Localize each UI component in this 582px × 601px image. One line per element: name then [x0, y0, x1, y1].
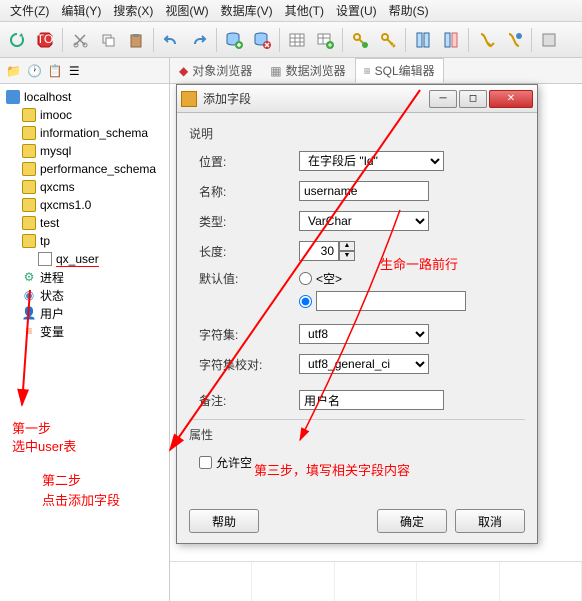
- tree-status[interactable]: ◉状态: [0, 286, 169, 304]
- clock-icon[interactable]: 🕐: [27, 64, 42, 78]
- column-add-icon[interactable]: [410, 27, 436, 53]
- comment-input[interactable]: [299, 390, 444, 410]
- dialog-icon: [181, 91, 197, 107]
- section-description: 说明: [189, 125, 525, 142]
- tab-object-browser[interactable]: ◆对象浏览器: [170, 58, 261, 83]
- ok-button[interactable]: 确定: [377, 509, 447, 533]
- db-add-icon[interactable]: [221, 27, 247, 53]
- length-up[interactable]: ▲: [339, 241, 355, 251]
- list-icon[interactable]: ☰: [69, 64, 80, 78]
- tree-host[interactable]: localhost: [0, 88, 169, 106]
- tree-db-mysql[interactable]: mysql: [0, 142, 169, 160]
- label-default: 默认值:: [189, 270, 299, 287]
- position-select[interactable]: 在字段后 "Id": [299, 151, 444, 171]
- dialog-title: 添加字段: [203, 90, 427, 107]
- db-remove-icon[interactable]: [249, 27, 275, 53]
- main-toolbar: STOP: [0, 22, 582, 58]
- bookmark-icon[interactable]: 📋: [48, 64, 63, 78]
- help-button[interactable]: 帮助: [189, 509, 259, 533]
- allow-null-label: 允许空: [216, 454, 252, 471]
- undo-icon[interactable]: [158, 27, 184, 53]
- filter-icon[interactable]: 📁: [6, 64, 21, 78]
- allow-null-checkbox[interactable]: [199, 456, 212, 469]
- key-add-icon[interactable]: [347, 27, 373, 53]
- menu-file[interactable]: 文件(Z): [4, 0, 55, 21]
- tab-sql-editor[interactable]: ≡SQL编辑器: [355, 58, 444, 83]
- section-attributes: 属性: [189, 426, 525, 443]
- length-down[interactable]: ▼: [339, 251, 355, 261]
- label-position: 位置:: [189, 153, 299, 170]
- tree-db-imooc[interactable]: imooc: [0, 106, 169, 124]
- label-name: 名称:: [189, 183, 299, 200]
- default-empty-radio[interactable]: [299, 272, 312, 285]
- tree-db-qxcms[interactable]: qxcms: [0, 178, 169, 196]
- menu-bar: 文件(Z) 编辑(Y) 搜索(X) 视图(W) 数据库(V) 其他(T) 设置(…: [0, 0, 582, 22]
- label-comment: 备注:: [189, 392, 299, 409]
- menu-view[interactable]: 视图(W): [159, 0, 214, 21]
- default-value-input[interactable]: [316, 291, 466, 311]
- run-icon[interactable]: [473, 27, 499, 53]
- svg-text:STOP: STOP: [36, 32, 54, 46]
- redo-icon[interactable]: [186, 27, 212, 53]
- tree-db-performance-schema[interactable]: performance_schema: [0, 160, 169, 178]
- minimize-button[interactable]: ─: [429, 90, 457, 108]
- maximize-button[interactable]: ◻: [459, 90, 487, 108]
- close-button[interactable]: ✕: [489, 90, 533, 108]
- charset-select[interactable]: utf8: [299, 324, 429, 344]
- run-sel-icon[interactable]: [501, 27, 527, 53]
- tab-data-browser[interactable]: ▦数据浏览器: [261, 58, 354, 83]
- tree-users[interactable]: 👤用户: [0, 304, 169, 322]
- collation-select[interactable]: utf8_general_ci: [299, 354, 429, 374]
- label-collation: 字符集校对:: [189, 356, 299, 373]
- type-select[interactable]: VarChar: [299, 211, 429, 231]
- menu-search[interactable]: 搜索(X): [107, 0, 159, 21]
- tree-processes[interactable]: ⚙进程: [0, 268, 169, 286]
- stop-icon[interactable]: STOP: [32, 27, 58, 53]
- refresh-icon[interactable]: [4, 27, 30, 53]
- dialog-titlebar[interactable]: 添加字段 ─ ◻ ✕: [177, 85, 537, 113]
- add-field-dialog: 添加字段 ─ ◻ ✕ 说明 位置: 在字段后 "Id" 名称: 类型: VarC…: [176, 84, 538, 544]
- length-input[interactable]: [299, 241, 339, 261]
- label-length: 长度:: [189, 243, 299, 260]
- column-icon[interactable]: [438, 27, 464, 53]
- tool-icon[interactable]: [536, 27, 562, 53]
- copy-icon[interactable]: [95, 27, 121, 53]
- cancel-button[interactable]: 取消: [455, 509, 525, 533]
- menu-help[interactable]: 帮助(S): [383, 0, 435, 21]
- sidebar-toolbar: 📁 🕐 📋 ☰: [0, 58, 170, 84]
- table-icon[interactable]: [284, 27, 310, 53]
- cut-icon[interactable]: [67, 27, 93, 53]
- label-charset: 字符集:: [189, 326, 299, 343]
- table-add-icon[interactable]: [312, 27, 338, 53]
- name-input[interactable]: [299, 181, 429, 201]
- menu-database[interactable]: 数据库(V): [215, 0, 279, 21]
- tree-db-tp[interactable]: tp: [0, 232, 169, 250]
- label-type: 类型:: [189, 213, 299, 230]
- tree-variables[interactable]: ≡变量: [0, 322, 169, 340]
- database-tree: localhost imooc information_schema mysql…: [0, 84, 170, 601]
- default-value-radio[interactable]: [299, 295, 312, 308]
- tree-db-test[interactable]: test: [0, 214, 169, 232]
- menu-edit[interactable]: 编辑(Y): [55, 0, 107, 21]
- menu-settings[interactable]: 设置(U): [330, 0, 383, 21]
- key-icon[interactable]: [375, 27, 401, 53]
- tree-table-qx-user[interactable]: qx_user: [0, 250, 169, 268]
- default-empty-label: <空>: [316, 270, 342, 287]
- tree-db-qxcms10[interactable]: qxcms1.0: [0, 196, 169, 214]
- bottom-grid: [170, 561, 582, 601]
- menu-other[interactable]: 其他(T): [279, 0, 330, 21]
- tree-db-information-schema[interactable]: information_schema: [0, 124, 169, 142]
- paste-icon[interactable]: [123, 27, 149, 53]
